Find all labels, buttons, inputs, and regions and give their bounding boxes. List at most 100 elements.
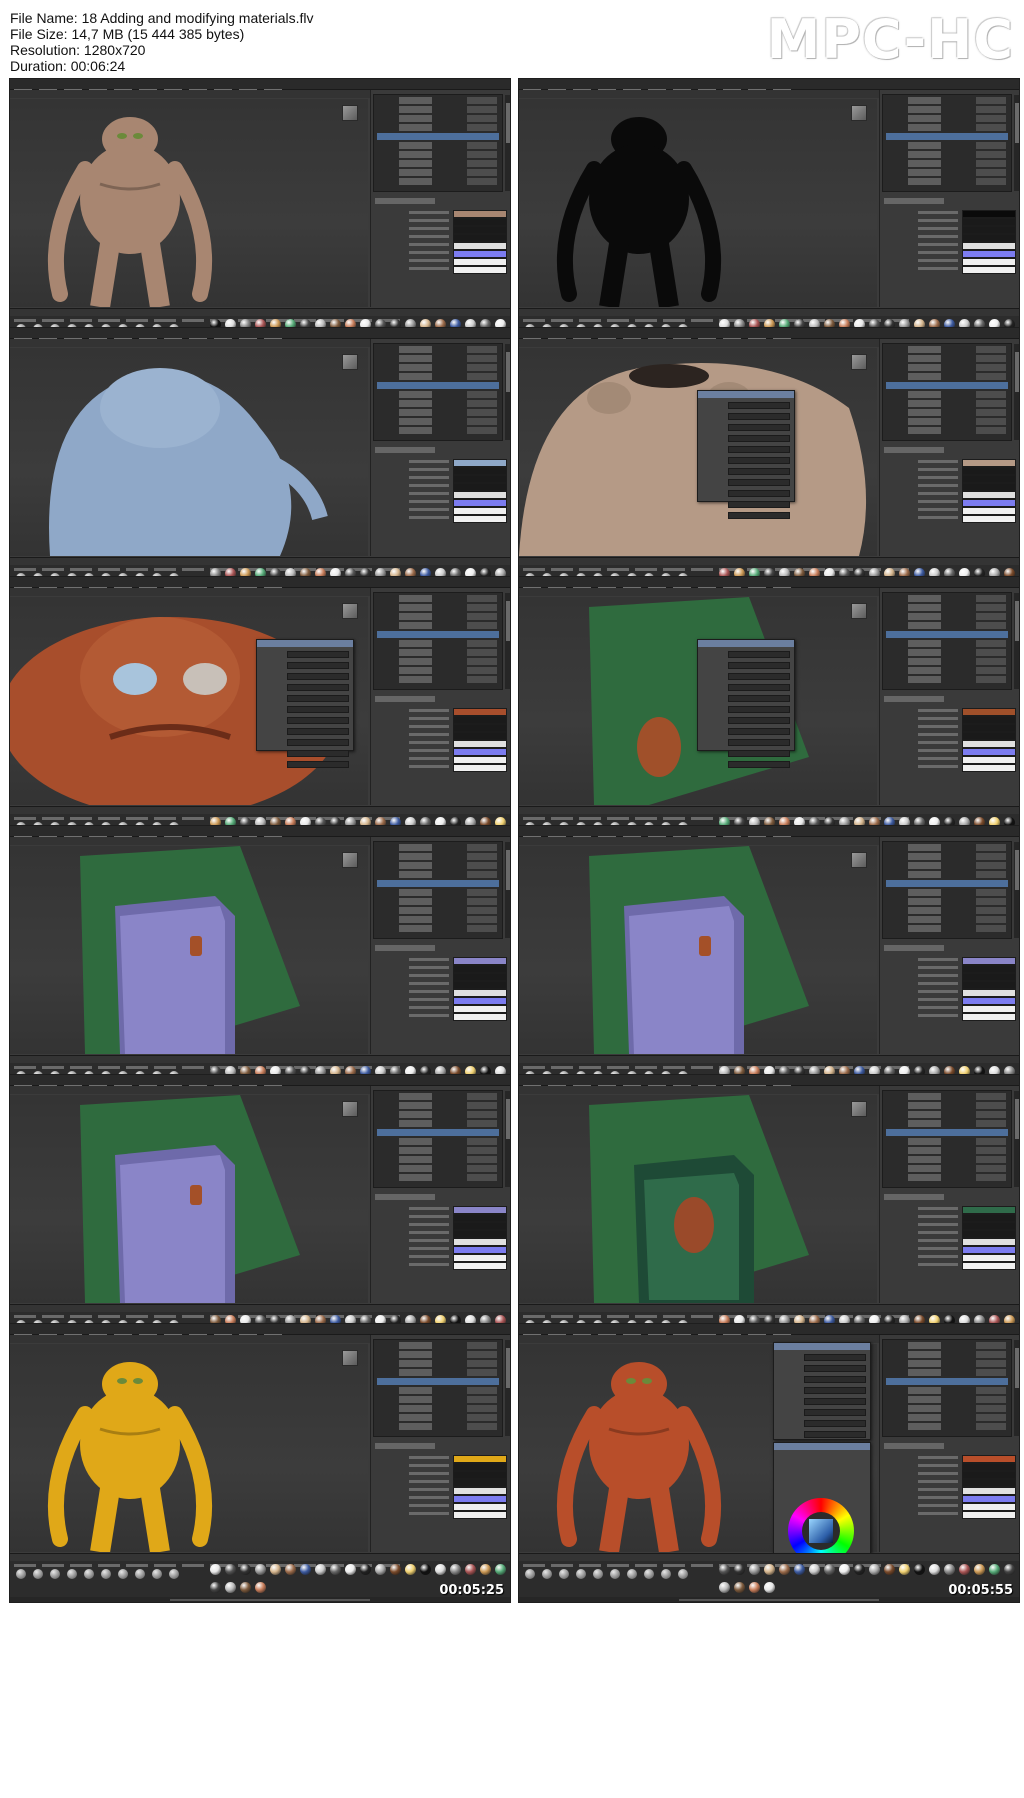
sculpt-tool-icon[interactable]	[118, 1569, 128, 1579]
material-properties	[882, 696, 1016, 800]
outliner-row	[886, 622, 1008, 629]
material-preset-icon[interactable]	[989, 1564, 1000, 1575]
material-preset-icon[interactable]	[944, 1564, 955, 1575]
sculpt-tool-icon[interactable]	[101, 1569, 111, 1579]
video-thumbnail[interactable]: 00:04:26	[9, 1074, 511, 1354]
material-preset-icon[interactable]	[210, 1582, 221, 1593]
material-preset-icon[interactable]	[390, 1564, 401, 1575]
sculpt-tool-icon[interactable]	[661, 1569, 671, 1579]
material-preset-icon[interactable]	[240, 1564, 251, 1575]
sculpt-tool-icon[interactable]	[542, 1569, 552, 1579]
property-swatch	[962, 1013, 1016, 1021]
material-preset-icon[interactable]	[375, 1564, 386, 1575]
material-preset-icon[interactable]	[225, 1564, 236, 1575]
material-preset-icon[interactable]	[854, 1564, 865, 1575]
material-preset-icon[interactable]	[435, 1564, 446, 1575]
material-preset-icon[interactable]	[270, 1564, 281, 1575]
sculpt-tool-icon[interactable]	[559, 1569, 569, 1579]
video-thumbnail[interactable]: 00:03:27	[9, 825, 511, 1105]
sculpt-tool-icon[interactable]	[678, 1569, 688, 1579]
material-preset-icon[interactable]	[315, 1564, 326, 1575]
property-row	[882, 981, 1016, 989]
sculpt-tool-icon[interactable]	[84, 1569, 94, 1579]
video-thumbnail[interactable]: 00:02:57	[518, 576, 1020, 856]
material-preset-icon[interactable]	[869, 1564, 880, 1575]
material-preset-icon[interactable]	[779, 1564, 790, 1575]
material-preset-icon[interactable]	[465, 1564, 476, 1575]
material-preset-icon[interactable]	[719, 1564, 730, 1575]
property-label	[409, 1464, 449, 1467]
video-thumbnail[interactable]: 00:01:29	[9, 327, 511, 607]
material-preset-icon[interactable]	[839, 1564, 850, 1575]
video-thumbnail[interactable]: 00:01:58	[518, 327, 1020, 607]
video-thumbnail[interactable]: 00:04:56	[518, 1074, 1020, 1354]
sculpt-tool-icon[interactable]	[610, 1569, 620, 1579]
material-preset-icon[interactable]	[405, 1564, 416, 1575]
material-preset-icon[interactable]	[749, 1564, 760, 1575]
video-thumbnail[interactable]: 00:05:55	[518, 1323, 1020, 1603]
material-preset-icon[interactable]	[450, 1564, 461, 1575]
material-properties	[373, 945, 507, 1049]
sculpt-tool-icon[interactable]	[67, 1569, 77, 1579]
material-preset-icon[interactable]	[420, 1564, 431, 1575]
property-label	[918, 243, 958, 246]
material-preset-icon[interactable]	[330, 1564, 341, 1575]
property-label	[409, 492, 449, 495]
property-swatch	[453, 1479, 507, 1487]
material-preset-icon[interactable]	[884, 1564, 895, 1575]
sculpt-tool-icon[interactable]	[50, 1569, 60, 1579]
outliner-row	[886, 916, 1008, 923]
property-row	[373, 740, 507, 748]
sculpt-tool-icon[interactable]	[644, 1569, 654, 1579]
material-preset-icon[interactable]	[240, 1582, 251, 1593]
sculpt-tool-icon[interactable]	[33, 1569, 43, 1579]
material-preset-icon[interactable]	[914, 1564, 925, 1575]
material-preset-icon[interactable]	[734, 1582, 745, 1593]
shelf-tabs	[519, 309, 1019, 322]
material-preset-icon[interactable]	[255, 1582, 266, 1593]
material-preset-icon[interactable]	[764, 1564, 775, 1575]
material-preset-icon[interactable]	[255, 1564, 266, 1575]
sculpt-tool-icon[interactable]	[16, 1569, 26, 1579]
material-preset-icon[interactable]	[929, 1564, 940, 1575]
scene-viewport	[10, 99, 368, 307]
material-preset-icon[interactable]	[1004, 1564, 1015, 1575]
material-preset-icon[interactable]	[480, 1564, 491, 1575]
sculpt-tool-icon[interactable]	[576, 1569, 586, 1579]
properties-header	[884, 696, 944, 702]
video-thumbnail[interactable]: 00:00:30	[9, 78, 511, 358]
dialog-field	[287, 739, 349, 746]
sculpt-tool-icon[interactable]	[135, 1569, 145, 1579]
material-preset-icon[interactable]	[734, 1564, 745, 1575]
outliner-row	[377, 409, 499, 416]
sculpt-tool-icon[interactable]	[169, 1569, 179, 1579]
material-preset-icon[interactable]	[719, 1582, 730, 1593]
properties-header	[884, 447, 944, 453]
property-swatch	[453, 210, 507, 218]
material-preset-icon[interactable]	[300, 1564, 311, 1575]
material-preset-icon[interactable]	[345, 1564, 356, 1575]
material-preset-icon[interactable]	[210, 1564, 221, 1575]
material-preset-icon[interactable]	[974, 1564, 985, 1575]
material-preset-icon[interactable]	[749, 1582, 760, 1593]
sculpt-tool-icon[interactable]	[593, 1569, 603, 1579]
material-preset-icon[interactable]	[809, 1564, 820, 1575]
sculpt-tool-icon[interactable]	[152, 1569, 162, 1579]
material-preset-icon[interactable]	[824, 1564, 835, 1575]
property-row	[373, 475, 507, 483]
video-thumbnail[interactable]: 00:05:25	[9, 1323, 511, 1603]
material-preset-icon[interactable]	[794, 1564, 805, 1575]
material-preset-icon[interactable]	[360, 1564, 371, 1575]
material-preset-icon[interactable]	[764, 1582, 775, 1593]
video-thumbnail[interactable]: 00:03:57	[518, 825, 1020, 1105]
material-preset-icon[interactable]	[959, 1564, 970, 1575]
material-preset-icon[interactable]	[285, 1564, 296, 1575]
video-thumbnail[interactable]: 00:00:59	[518, 78, 1020, 358]
material-preset-icon[interactable]	[495, 1564, 506, 1575]
property-label	[918, 709, 958, 712]
sculpt-tool-icon[interactable]	[525, 1569, 535, 1579]
material-preset-icon[interactable]	[225, 1582, 236, 1593]
sculpt-tool-icon[interactable]	[627, 1569, 637, 1579]
video-thumbnail[interactable]: 00:02:28	[9, 576, 511, 856]
material-preset-icon[interactable]	[899, 1564, 910, 1575]
